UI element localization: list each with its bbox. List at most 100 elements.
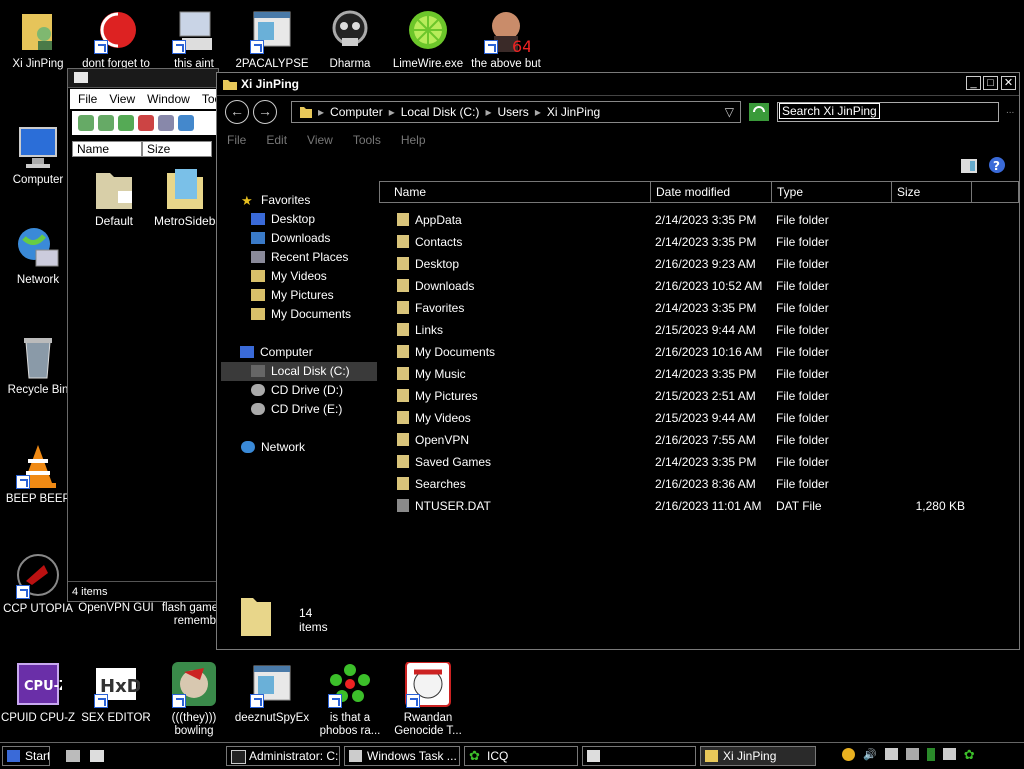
taskbar-item-cmd[interactable]: Administrator: C:... [226,746,340,766]
desktop-icon-limewire[interactable]: LimeWire.exe [390,8,466,71]
search-input[interactable]: Search Xi JinPing [777,102,999,122]
icq-tray-icon[interactable]: ✿ [964,748,975,761]
more-icon[interactable]: ... [1006,105,1014,116]
file-row[interactable]: My Music 2/14/2023 3:35 PM File folder [379,363,1019,385]
menu-edit[interactable]: Edit [266,133,287,147]
minimize-button[interactable]: _ [966,76,981,90]
menu-file[interactable]: File [78,92,97,106]
column-size[interactable]: Size [142,141,212,157]
preview-pane-icon[interactable] [961,159,977,173]
back-button[interactable]: ← [225,100,249,124]
desktop-icon-icq-phobos[interactable]: is that a phobos ra... [312,662,388,738]
desktop-icon-sex-editor[interactable]: HxD SEX EDITOR [78,662,154,725]
desktop-icon-deeznut-spyex[interactable]: deeznutSpyEx [234,662,310,725]
desktop-icon-the-above-but[interactable]: 64 the above but [468,8,544,71]
back-file-manager-window[interactable]: File View Window Tools Name Size Default… [67,68,230,602]
column-name[interactable]: Name [72,141,142,157]
nav-cd-drive-e[interactable]: CD Drive (E:) [221,400,377,419]
display-tray-icon[interactable] [905,748,919,760]
nav-favorites[interactable]: ★ Favorites [221,191,377,210]
desktop-icon-recycle-bin[interactable]: Recycle Bin [0,334,76,397]
explorer-quicklaunch-icon[interactable] [90,750,104,762]
refresh-icon[interactable] [749,103,769,121]
breadcrumb-computer[interactable]: Computer [330,105,383,119]
back-arrow-icon[interactable] [78,115,94,131]
desktop-icon-computer[interactable]: Computer [0,124,76,187]
computer-tray-icon[interactable] [942,748,956,760]
network-tray-icon[interactable] [884,748,898,760]
file-row[interactable]: NTUSER.DAT 2/16/2023 11:01 AM DAT File 1,28… [379,495,1019,517]
file-row[interactable]: Desktop 2/16/2023 9:23 AM File folder [379,253,1019,275]
refresh-icon[interactable] [178,115,194,131]
desktop-icon-rwandan-genocide[interactable]: Rwandan Genocide T... [390,661,466,738]
desktop-icon-ccp-utopia[interactable]: CCP UTOPIA [0,553,76,616]
desktop-icon-xi-jinping[interactable]: Xi JinPing [0,8,76,71]
file-row[interactable]: My Pictures 2/15/2023 2:51 AM File folder [379,385,1019,407]
taskbar-item-file-manager[interactable] [582,746,696,766]
start-button[interactable]: Start [2,746,50,766]
close-button[interactable]: ✕ [1001,76,1016,90]
nav-recent-places[interactable]: Recent Places [221,248,377,267]
file-row[interactable]: My Videos 2/15/2023 9:44 AM File folder [379,407,1019,429]
folder-item-metrosidebar[interactable]: MetroSideba [154,165,216,228]
file-row[interactable]: Links 2/15/2023 9:44 AM File folder [379,319,1019,341]
column-type[interactable]: Type [772,182,892,202]
nav-desktop[interactable]: Desktop [221,210,377,229]
column-size[interactable]: Size [892,182,972,202]
desktop-icon-dharma[interactable]: Dharma [312,8,388,71]
back-window-titlebar[interactable] [68,69,218,88]
desktop-icon-network[interactable]: Network [0,224,76,287]
breadcrumb-xi-jinping[interactable]: Xi JinPing [547,105,600,119]
desktop-icon-this-aint[interactable]: this aint [156,8,232,71]
column-date-modified[interactable]: Date modified [651,182,772,202]
help-icon[interactable]: ? [989,157,1005,173]
file-row[interactable]: OpenVPN 2/16/2023 7:55 AM File folder [379,429,1019,451]
nav-network[interactable]: Network [221,438,377,457]
folder-item-default[interactable]: Default [84,165,144,228]
file-row[interactable]: Favorites 2/14/2023 3:35 PM File folder [379,297,1019,319]
nav-my-documents[interactable]: My Documents [221,305,377,324]
explorer-titlebar[interactable]: Xi JinPing [217,73,1019,96]
taskbar-item-icq[interactable]: ✿ ICQ [464,746,578,766]
nav-computer[interactable]: Computer [221,343,377,362]
file-row[interactable]: AppData 2/14/2023 3:35 PM File folder [379,209,1019,231]
menu-file[interactable]: File [227,133,246,147]
file-row[interactable]: Searches 2/16/2023 8:36 AM File folder [379,473,1019,495]
desktop-icon-they-bowling[interactable]: (((they))) bowling [156,662,232,738]
nav-local-disk-c[interactable]: Local Disk (C:) [221,362,377,381]
file-row[interactable]: Contacts 2/14/2023 3:35 PM File folder [379,231,1019,253]
column-name[interactable]: Name [380,182,651,202]
address-bar[interactable]: ▸ Computer ▸ Local Disk (C:) ▸ Users ▸ X… [291,101,741,123]
forward-arrow-icon[interactable] [98,115,114,131]
nav-my-pictures[interactable]: My Pictures [221,286,377,305]
show-desktop-icon[interactable] [66,750,80,762]
search-icon[interactable] [158,115,174,131]
nav-my-videos[interactable]: My Videos [221,267,377,286]
nav-downloads[interactable]: Downloads [221,229,377,248]
file-row[interactable]: My Documents 2/16/2023 10:16 AM File folde… [379,341,1019,363]
explorer-window[interactable]: Xi JinPing _ □ ✕ ← → ▸ Computer ▸ Local … [216,72,1020,650]
desktop-icon-openvpn-gui[interactable]: OpenVPN GUI [78,602,154,615]
volume-icon[interactable]: 🔊 [863,748,877,761]
desktop-icon-cpuz[interactable]: CPU-Z CPUID CPU-Z [0,662,76,725]
desktop-icon-2pacalypse[interactable]: 2PACALYPSE [234,8,310,71]
desktop-icon-beep-beep[interactable]: BEEP BEEP [0,443,76,506]
maximize-button[interactable]: □ [983,76,998,90]
battery-icon[interactable] [926,748,935,761]
menu-view[interactable]: View [307,133,333,147]
file-row[interactable]: Downloads 2/16/2023 10:52 AM File folder [379,275,1019,297]
taskbar-item-task-manager[interactable]: Windows Task ... [344,746,460,766]
menu-window[interactable]: Window [147,92,190,106]
desktop-icon-ccleaner[interactable]: dont forget to [78,8,154,71]
nav-cd-drive-d[interactable]: CD Drive (D:) [221,381,377,400]
chevron-down-icon[interactable]: ▽ [725,105,734,119]
breadcrumb-local-disk[interactable]: Local Disk (C:) [401,105,480,119]
menu-tools[interactable]: Tools [353,133,381,147]
tray-app-icon[interactable] [842,748,855,761]
menu-view[interactable]: View [109,92,135,106]
file-row[interactable]: Saved Games 2/14/2023 3:35 PM File folder [379,451,1019,473]
taskbar-item-xi-jinping[interactable]: Xi JinPing [700,746,816,766]
breadcrumb-users[interactable]: Users [497,105,528,119]
home-icon[interactable] [138,115,154,131]
menu-help[interactable]: Help [401,133,426,147]
